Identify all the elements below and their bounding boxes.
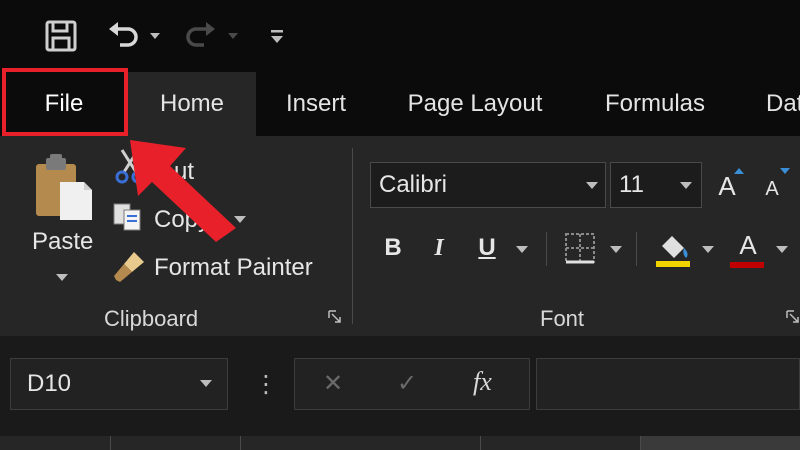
font-name-dropdown-icon[interactable]	[586, 182, 598, 189]
underline-dropdown-icon[interactable]	[516, 246, 528, 253]
font-divider-2	[636, 232, 637, 266]
insert-function-icon[interactable]: fx	[473, 367, 492, 397]
file-tab-highlight	[2, 68, 128, 136]
redo-icon[interactable]	[184, 18, 218, 54]
grow-font-label: A	[718, 170, 736, 201]
cancel-entry-icon[interactable]: ✕	[323, 369, 343, 398]
shrink-font-icon	[780, 168, 790, 174]
column-divider	[110, 436, 111, 450]
format-painter-button[interactable]: Format Painter	[154, 254, 313, 282]
column-divider	[240, 436, 241, 450]
italic-label: I	[434, 234, 444, 261]
tab-formulas[interactable]: Formulas	[584, 72, 726, 136]
undo-dropdown-icon[interactable]	[148, 18, 162, 54]
excel-window: File Home Insert Page Layout Formulas Da…	[0, 0, 800, 450]
column-divider	[640, 436, 641, 450]
font-group-label: Font	[540, 306, 585, 331]
font-size-dropdown-icon[interactable]	[680, 182, 692, 189]
underline-button[interactable]: U	[472, 230, 502, 266]
font-divider	[546, 232, 547, 266]
shrink-font-button[interactable]: A	[760, 174, 784, 204]
borders-icon[interactable]	[564, 232, 596, 269]
clipboard-group-label: Clipboard	[104, 306, 199, 331]
formula-input[interactable]	[536, 358, 800, 410]
format-painter-icon[interactable]	[112, 250, 146, 289]
shrink-font-label: A	[765, 177, 779, 200]
font-color-label: A	[739, 229, 757, 260]
formula-bar-more-icon[interactable]: ⋮	[254, 370, 278, 399]
fill-color-dropdown-icon[interactable]	[702, 246, 714, 253]
tab-insert[interactable]: Insert	[258, 72, 374, 136]
formula-bar: D10 ⋮ ✕ ✓ fx	[0, 336, 800, 436]
group-divider	[352, 148, 353, 324]
column-headers	[0, 436, 800, 450]
underline-label: U	[478, 234, 496, 261]
grow-font-icon	[734, 168, 744, 174]
tab-data[interactable]: Dat	[752, 72, 800, 136]
bold-label: B	[384, 234, 402, 261]
selected-column-header[interactable]	[640, 436, 800, 450]
enter-entry-icon[interactable]: ✓	[397, 369, 417, 398]
clipboard-launcher-icon[interactable]	[328, 310, 342, 324]
font-name-value: Calibri	[379, 171, 448, 198]
column-divider	[480, 436, 481, 450]
tab-home[interactable]: Home	[128, 72, 256, 136]
font-launcher-icon[interactable]	[786, 310, 800, 324]
fill-color-icon[interactable]	[654, 232, 694, 273]
undo-icon[interactable]	[106, 18, 140, 54]
italic-button[interactable]: I	[424, 230, 454, 266]
bold-button[interactable]: B	[378, 230, 408, 266]
customize-toolbar-icon[interactable]	[268, 18, 286, 54]
name-box-value: D10	[27, 370, 72, 397]
font-size-value: 11	[619, 171, 644, 198]
red-arrow-icon	[130, 140, 236, 242]
paste-icon[interactable]	[32, 154, 96, 229]
tab-page-layout[interactable]: Page Layout	[384, 72, 566, 136]
font-color-button[interactable]: A	[730, 230, 766, 270]
font-name-field[interactable]: Calibri	[370, 162, 606, 208]
font-color-swatch	[730, 262, 764, 268]
name-box-dropdown-icon[interactable]	[200, 380, 212, 387]
borders-dropdown-icon[interactable]	[610, 246, 622, 253]
ribbon-home: Paste ut Copy Format Painter Clipboard C…	[0, 136, 800, 336]
quick-access-toolbar	[0, 0, 800, 72]
save-icon[interactable]	[44, 18, 78, 54]
name-box[interactable]: D10	[10, 358, 228, 410]
paste-button[interactable]: Paste	[32, 228, 93, 256]
paste-dropdown-icon[interactable]	[56, 274, 68, 281]
font-color-dropdown-icon[interactable]	[776, 246, 788, 253]
redo-dropdown-icon[interactable]	[226, 18, 240, 54]
grow-font-button[interactable]: A	[712, 170, 742, 202]
formula-buttons: ✕ ✓ fx	[294, 358, 530, 410]
